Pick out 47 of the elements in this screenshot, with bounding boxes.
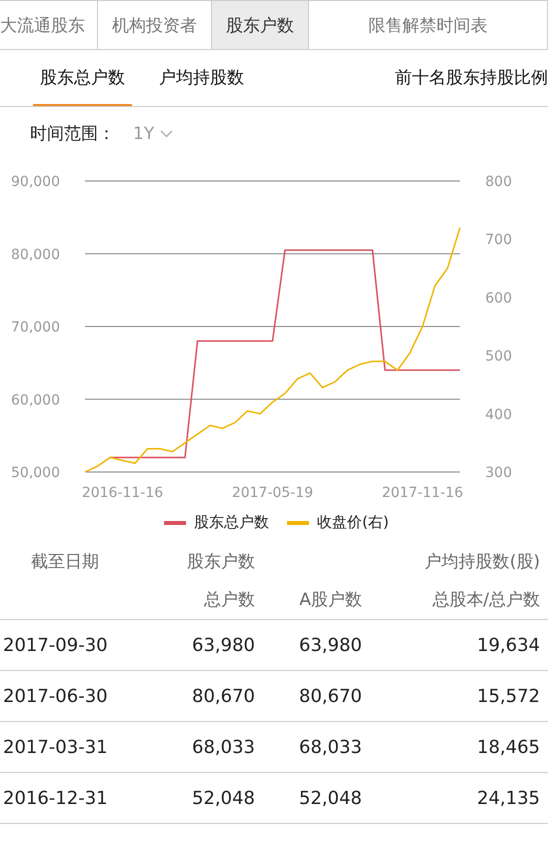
table-cell-text: 2017-03-31 <box>2 736 109 758</box>
axis-label: 2017-05-19 <box>232 485 314 501</box>
legend-label: 股东总户数 <box>194 513 270 532</box>
axis-label: 400 <box>485 406 512 423</box>
table-cell-text: 52,048 <box>298 788 362 808</box>
table-cell-text: 2017-06-30 <box>2 686 109 706</box>
axis-label: 2016-11-16 <box>82 485 164 501</box>
axis-label: 2017-11-16 <box>382 485 464 501</box>
column-subheader: 总户数 <box>203 589 255 612</box>
table-cell-text: 24,135 <box>476 788 540 808</box>
table-cell-text: 63,980 <box>191 634 255 656</box>
axis-label: 600 <box>485 290 512 306</box>
table-cell-text: 68,033 <box>298 736 362 758</box>
axis-label: 500 <box>485 348 512 365</box>
column-header: 股东户数 <box>186 551 255 574</box>
tab[interactable]: 股东户数 <box>212 1 309 49</box>
legend-label: 收盘价(右) <box>317 513 389 532</box>
axis-label: 50,000 <box>11 465 60 481</box>
axis-label: 800 <box>485 174 512 190</box>
axis-label: 70,000 <box>11 320 60 336</box>
column-header: 截至日期 <box>30 551 100 574</box>
table-cell-text: 80,670 <box>191 686 255 706</box>
table-cell-text: 63,980 <box>298 634 362 656</box>
tab[interactable]: 大流通股东 <box>0 1 98 49</box>
table-cell-text: 2017-09-30 <box>2 634 109 656</box>
time-range-label: 时间范围： <box>30 123 115 145</box>
sub-tab[interactable]: 前十名股东持股比例 <box>388 50 548 106</box>
axis-label: 80,000 <box>11 246 60 263</box>
table-cell-text: 18,465 <box>476 736 540 758</box>
column-subheader: 总股本/总户数 <box>431 589 540 612</box>
axis-label: 60,000 <box>11 392 60 408</box>
axis-label: 700 <box>485 232 512 248</box>
sub-tab[interactable]: 股东总户数 <box>33 50 132 106</box>
chevron-down-icon <box>160 130 174 138</box>
legend-swatch <box>287 520 310 524</box>
column-subheader: A股户数 <box>298 589 362 612</box>
axis-label: 300 <box>485 465 512 481</box>
table-cell-text: 2016-12-31 <box>2 788 109 808</box>
column-header: 户均持股数(股) <box>424 551 540 574</box>
table-cell-text: 19,634 <box>476 634 540 656</box>
axis-label: 90,000 <box>11 174 60 190</box>
table-cell-text: 80,670 <box>298 686 362 706</box>
table-cell-text: 68,033 <box>191 736 255 758</box>
sub-tab[interactable]: 户均持股数 <box>152 50 251 106</box>
table-cell-text: 15,572 <box>476 686 540 706</box>
table-cell-text: 52,048 <box>191 788 255 808</box>
legend-swatch <box>164 520 186 524</box>
